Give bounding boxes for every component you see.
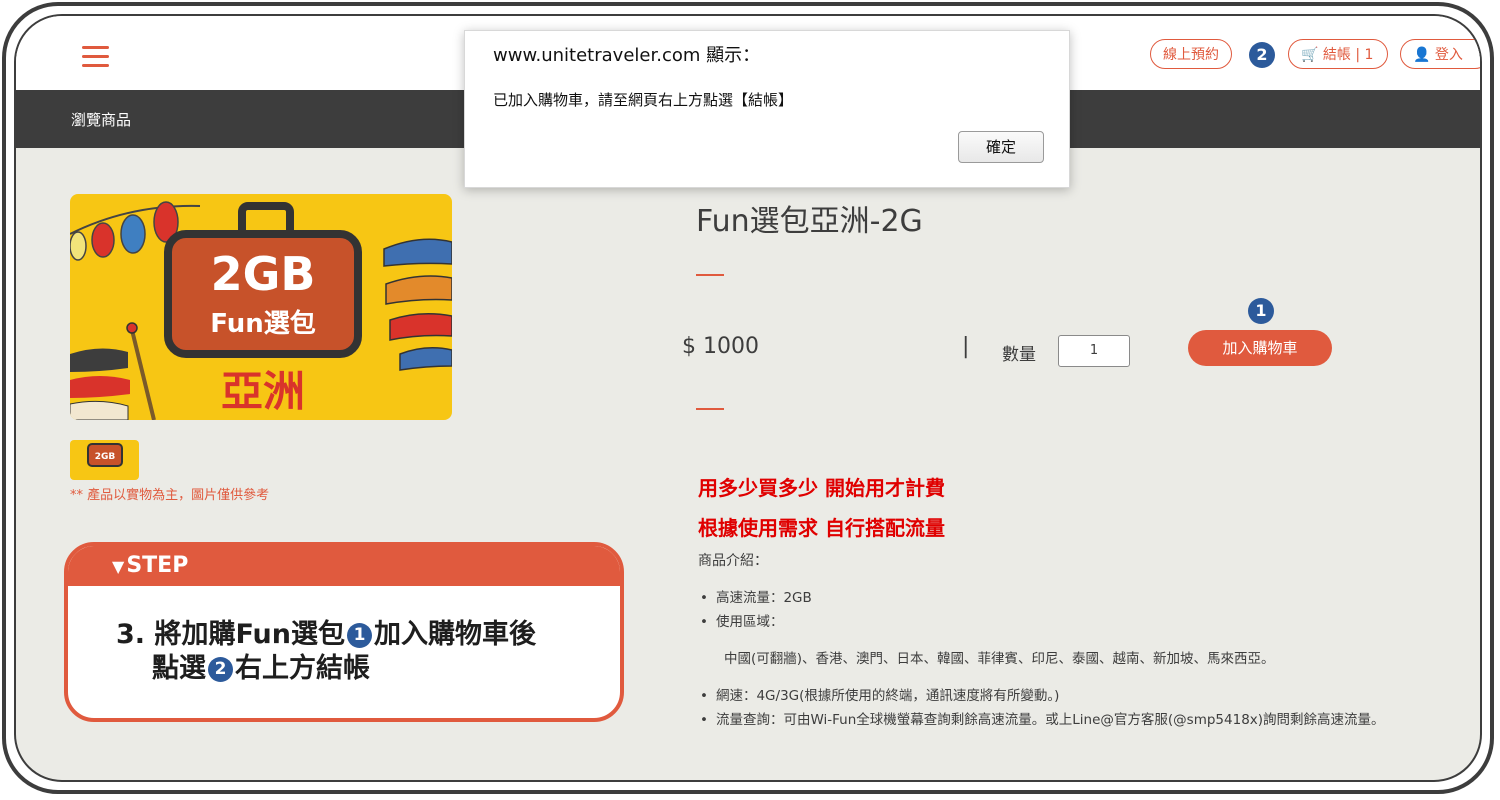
online-reservation-button[interactable]: 線上預約 bbox=[1150, 39, 1232, 69]
step-circle-2: 2 bbox=[208, 657, 233, 682]
step-line2-b: 右上方結帳 bbox=[235, 653, 370, 684]
dialog-message: 已加入購物車，請至網頁右上方點選【結帳】 bbox=[493, 91, 794, 109]
step-line2-a: 點選 bbox=[152, 653, 206, 684]
promo-line-2: 根據使用需求 自行搭配流量 bbox=[698, 516, 945, 540]
thumb-text: 2GB bbox=[95, 452, 116, 462]
user-icon: 👤 bbox=[1413, 47, 1431, 63]
step-1-marker: 1 bbox=[1248, 298, 1274, 324]
image-text-fun: Fun選包 bbox=[210, 308, 316, 339]
dialog-ok-button[interactable]: 確定 bbox=[958, 131, 1044, 163]
step-circle-1: 1 bbox=[347, 623, 372, 648]
image-disclaimer: ** 產品以實物為主，圖片僅供參考 bbox=[70, 488, 270, 503]
step-line1-a: 3. 將加購Fun選包 bbox=[116, 619, 345, 650]
step-heading: STEP bbox=[126, 553, 189, 578]
page-viewport: 線上預約 2 🛒 結帳 | 1 👤 登入 瀏覽商品 2GB Fun選包 亞洲 2… bbox=[14, 14, 1482, 782]
step-line1-b: 加入購物車後 bbox=[374, 619, 536, 650]
hamburger-menu-icon[interactable] bbox=[82, 46, 109, 68]
quantity-input[interactable]: 1 bbox=[1058, 335, 1130, 367]
triangle-down-icon: ▼ bbox=[112, 557, 125, 576]
screenshot-frame: 線上預約 2 🛒 結帳 | 1 👤 登入 瀏覽商品 2GB Fun選包 亞洲 2… bbox=[2, 2, 1494, 794]
step-instruction-box: ▼STEP 3. 將加購Fun選包 1 加入購物車後 點選 2 右上方結帳 bbox=[64, 542, 624, 722]
intro-label: 商品介紹： bbox=[698, 553, 768, 569]
product-thumbnail[interactable]: 2GB bbox=[70, 440, 139, 480]
product-image: 2GB Fun選包 亞洲 bbox=[70, 194, 452, 420]
step-2-marker: 2 bbox=[1249, 42, 1275, 68]
spec-item: 高速流量：2GB bbox=[700, 586, 812, 606]
spec-item: 流量查詢：可由Wi-Fun全球機螢幕查詢剩餘高速流量。或上Line@官方客服(@… bbox=[700, 708, 1385, 728]
promo-line-1: 用多少買多少 開始用才計費 bbox=[698, 476, 945, 500]
checkout-button[interactable]: 🛒 結帳 | 1 bbox=[1288, 39, 1388, 69]
add-to-cart-button[interactable]: 加入購物車 bbox=[1188, 330, 1332, 366]
product-price: $ 1000 bbox=[682, 334, 759, 359]
checkout-label: 結帳 | 1 bbox=[1322, 47, 1374, 63]
quantity-label: 數量 bbox=[1002, 345, 1036, 365]
breadcrumb[interactable]: 瀏覽商品 bbox=[71, 109, 131, 130]
separator: | bbox=[962, 334, 970, 359]
login-button[interactable]: 👤 登入 bbox=[1400, 39, 1480, 69]
alert-dialog: www.unitetraveler.com 顯示： 已加入購物車，請至網頁右上方… bbox=[464, 30, 1070, 188]
cart-icon: 🛒 bbox=[1301, 47, 1319, 63]
image-text-asia: 亞洲 bbox=[221, 367, 305, 416]
step-instruction-text: 3. 將加購Fun選包 1 加入購物車後 點選 2 右上方結帳 bbox=[116, 618, 536, 686]
login-label: 登入 bbox=[1434, 47, 1463, 63]
image-text-2gb: 2GB bbox=[211, 247, 316, 301]
divider bbox=[696, 274, 724, 276]
step-header: ▼STEP bbox=[68, 546, 620, 586]
divider bbox=[696, 408, 724, 410]
product-title: Fun選包亞洲-2G bbox=[696, 204, 923, 239]
dialog-title: www.unitetraveler.com 顯示： bbox=[493, 45, 761, 66]
coverage-regions: 中國(可翻牆)、香港、澳門、日本、韓國、菲律賓、印尼、泰國、越南、新加坡、馬來西… bbox=[724, 651, 1275, 667]
spec-item: 網速：4G/3G(根據所使用的終端，通訊速度將有所變動。) bbox=[700, 684, 1059, 704]
spec-item: 使用區域： bbox=[700, 610, 784, 630]
